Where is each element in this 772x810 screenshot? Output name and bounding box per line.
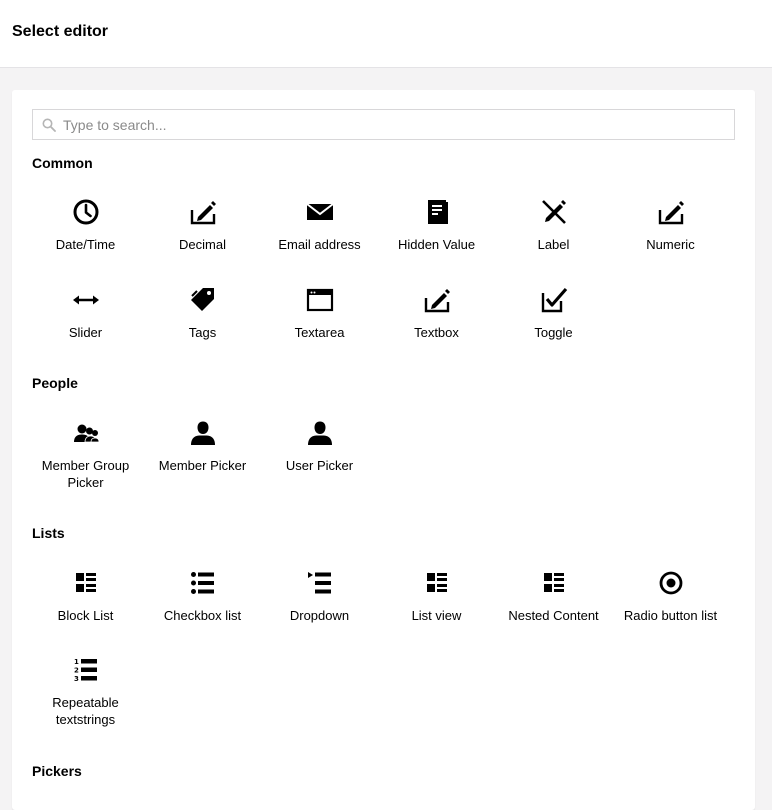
edit-icon (422, 285, 452, 315)
editor-item-label: Email address (278, 237, 361, 252)
search-input[interactable] (63, 110, 723, 139)
editor-item-label: Block List (57, 608, 114, 623)
user-icon (188, 418, 218, 448)
target-icon (656, 568, 686, 598)
group-title-common: Common (32, 155, 93, 171)
editor-item-toggle[interactable]: Toggle (495, 274, 612, 354)
editor-item-label[interactable]: Label (495, 186, 612, 266)
editor-item-label: Member Picker (158, 458, 247, 473)
editor-item-label: Member Group Picker (41, 458, 130, 490)
editor-item-label: Label (537, 237, 570, 252)
editor-panel: Common Date/Time Decimal Email address H… (12, 90, 755, 810)
editor-item-label: Repeatable textstrings (52, 695, 119, 727)
editor-item-numeric[interactable]: Numeric (612, 186, 729, 266)
editor-item-label: User Picker (285, 458, 354, 473)
editor-item-label: Toggle (534, 325, 573, 340)
user-icon (305, 418, 335, 448)
editor-item-textarea[interactable]: Textarea (261, 274, 378, 354)
svg-text:2: 2 (74, 667, 79, 675)
editor-item-label: List view (411, 608, 462, 623)
editor-item-user-picker[interactable]: User Picker (261, 407, 378, 487)
edit-icon (188, 197, 218, 227)
window-icon (305, 285, 335, 315)
group-title-lists: Lists (32, 525, 65, 541)
group-title-people: People (32, 375, 78, 391)
users-icon (71, 418, 101, 448)
editor-item-label: Radio button list (623, 608, 718, 623)
svg-text:3: 3 (74, 675, 79, 683)
dropdown-list-icon (305, 568, 335, 598)
pen-crossed-icon (539, 197, 569, 227)
group-title-pickers: Pickers (32, 763, 82, 779)
editor-item-email-address[interactable]: Email address (261, 186, 378, 266)
editor-item-repeatable-textstrings[interactable]: 1 2 3 Repeatable textstrings (27, 644, 144, 727)
editor-item-radio-button-list[interactable]: Radio button list (612, 557, 729, 637)
editor-item-label: Textarea (294, 325, 345, 340)
editor-item-label: Tags (188, 325, 217, 340)
editor-item-label: Slider (68, 325, 103, 340)
search-box[interactable] (32, 109, 735, 140)
svg-text:1: 1 (74, 658, 79, 666)
editor-item-label: Date/Time (55, 237, 116, 252)
editor-item-decimal[interactable]: Decimal (144, 186, 261, 266)
thumbnail-list-icon (71, 568, 101, 598)
editor-item-label: Textbox (414, 325, 459, 340)
ordered-list-icon: 1 2 3 (71, 655, 101, 685)
editor-item-date-time[interactable]: Date/Time (27, 186, 144, 266)
editor-item-label: Numeric (646, 237, 695, 252)
editor-item-checkbox-list[interactable]: Checkbox list (144, 557, 261, 637)
editor-item-dropdown[interactable]: Dropdown (261, 557, 378, 637)
editor-item-label: Hidden Value (397, 237, 476, 252)
checkbox-checked-icon (539, 285, 569, 315)
dialog-header: Select editor (0, 0, 772, 68)
horizontal-arrows-icon (71, 285, 101, 315)
dialog-title: Select editor (12, 23, 109, 40)
edit-icon (656, 197, 686, 227)
editor-item-list-view[interactable]: List view (378, 557, 495, 637)
editor-item-member-picker[interactable]: Member Picker (144, 407, 261, 487)
editor-item-nested-content[interactable]: Nested Content (495, 557, 612, 637)
thumbnail-list-icon (422, 568, 452, 598)
editor-item-block-list[interactable]: Block List (27, 557, 144, 637)
editor-item-label: Dropdown (289, 608, 350, 623)
search-icon (42, 118, 56, 132)
editor-item-label: Decimal (179, 237, 226, 252)
thumbnail-list-icon (539, 568, 569, 598)
bulleted-list-icon (188, 568, 218, 598)
clock-icon (71, 197, 101, 227)
editor-item-label: Checkbox list (163, 608, 242, 623)
tags-icon (188, 285, 218, 315)
editor-item-hidden-value[interactable]: Hidden Value (378, 186, 495, 266)
notebook-icon (422, 197, 452, 227)
editor-item-tags[interactable]: Tags (144, 274, 261, 354)
editor-item-member-group-picker[interactable]: Member Group Picker (27, 407, 144, 490)
editor-item-slider[interactable]: Slider (27, 274, 144, 354)
editor-item-label: Nested Content (508, 608, 599, 623)
envelope-icon (305, 197, 335, 227)
editor-item-textbox[interactable]: Textbox (378, 274, 495, 354)
